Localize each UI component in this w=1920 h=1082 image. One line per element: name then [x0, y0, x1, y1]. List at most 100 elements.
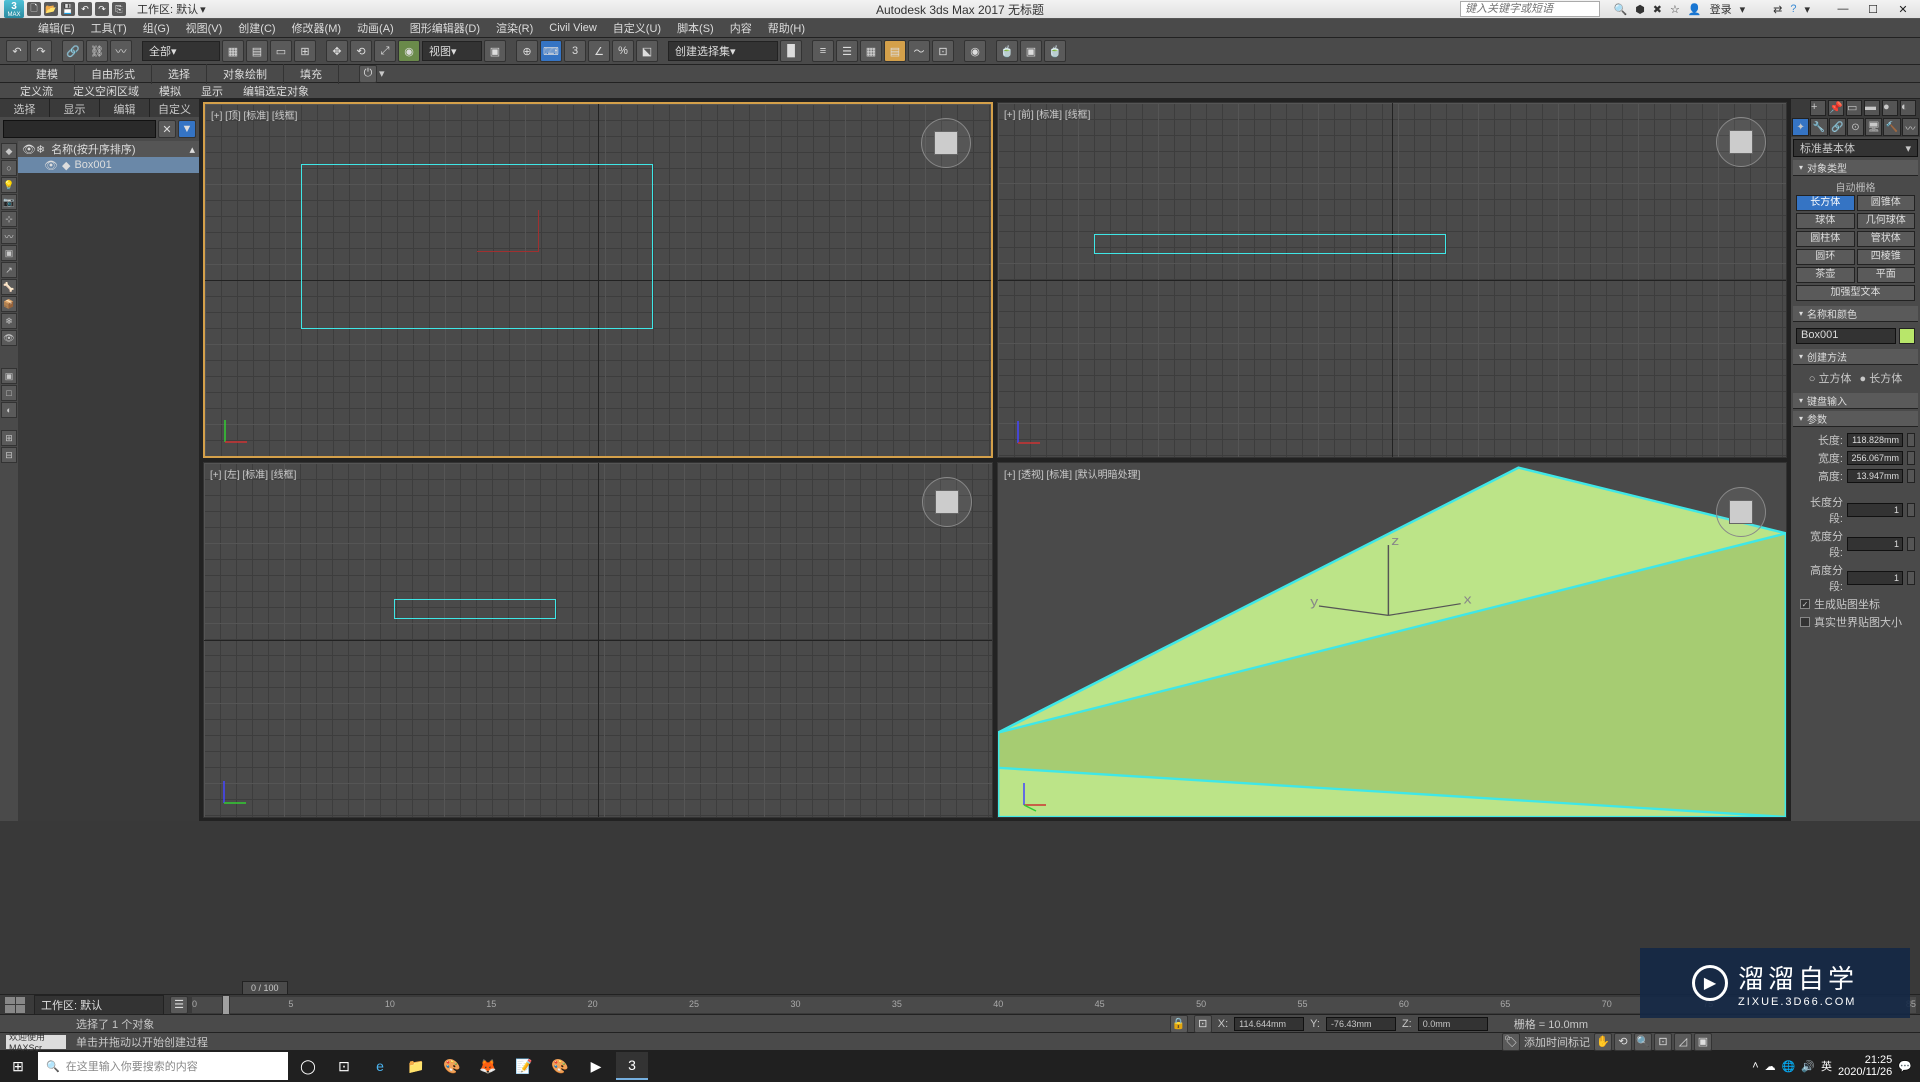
selection-filter[interactable]: 全部 ▾: [142, 41, 220, 61]
prim-tube-button[interactable]: 管状体: [1857, 231, 1916, 247]
spinner-arrows[interactable]: [1907, 503, 1915, 517]
hsegs-spinner[interactable]: 1: [1847, 571, 1903, 585]
nav-max-toggle-icon[interactable]: ▣: [1694, 1033, 1712, 1051]
filter-helpers-icon[interactable]: ⊹: [1, 211, 17, 227]
filter-geometry-icon[interactable]: ◆: [1, 143, 17, 159]
undo-button[interactable]: ↶: [6, 40, 28, 62]
menu-views[interactable]: 视图(V): [178, 18, 231, 38]
prim-torus-button[interactable]: 圆环: [1796, 249, 1855, 265]
taskbar-app-2[interactable]: 📝: [508, 1052, 540, 1080]
viewport-layout-icon[interactable]: [5, 997, 25, 1013]
taskbar-app-3dsmax[interactable]: 3: [616, 1052, 648, 1080]
z-coord-input[interactable]: 0.0mm: [1418, 1017, 1488, 1031]
box-wireframe-left[interactable]: [394, 599, 556, 619]
prim-cylinder-button[interactable]: 圆柱体: [1796, 231, 1855, 247]
rotate-button[interactable]: ⟲: [350, 40, 372, 62]
wsegs-spinner[interactable]: 1: [1847, 537, 1903, 551]
rect-select-button[interactable]: ▭: [270, 40, 292, 62]
auto-grid-label[interactable]: 自动栅格: [1796, 179, 1915, 193]
tab-edit[interactable]: 编辑: [100, 99, 150, 117]
workspace-bottom-selector[interactable]: 工作区: 默认: [34, 995, 164, 1015]
filter-frozen-icon[interactable]: ❄: [1, 313, 17, 329]
signin-icon[interactable]: 👤: [1688, 3, 1702, 16]
pivot-center-button[interactable]: ▣: [484, 40, 506, 62]
prim-box-button[interactable]: 长方体: [1796, 195, 1855, 211]
length-spinner[interactable]: 118.828mm: [1847, 433, 1903, 447]
tab-customize[interactable]: 自定义: [150, 99, 199, 117]
add-time-tag-label[interactable]: 添加时间标记: [1524, 1034, 1590, 1050]
spinner-arrows[interactable]: [1907, 469, 1915, 483]
spinner-arrows[interactable]: [1907, 537, 1915, 551]
filter-spacewarps-icon[interactable]: 〰: [1, 228, 17, 244]
tray-up-icon[interactable]: ˄: [1752, 1060, 1758, 1072]
spinner-arrows[interactable]: [1907, 433, 1915, 447]
tray-clock[interactable]: 21:25 2020/11/26: [1838, 1054, 1892, 1078]
viewcube[interactable]: [1716, 487, 1766, 537]
viewport-label-persp[interactable]: [+] [透视] [标准] [默认明暗处理]: [1004, 466, 1140, 481]
minimize-button[interactable]: —: [1830, 2, 1856, 16]
prim-textplus-button[interactable]: 加强型文本: [1796, 285, 1915, 301]
ribbon-panel-edit-sel[interactable]: 编辑选定对象: [233, 82, 319, 100]
tab-utilities-icon[interactable]: 🔨: [1883, 118, 1900, 136]
prim-teapot-button[interactable]: 茶壶: [1796, 267, 1855, 283]
menu-tools[interactable]: 工具(T): [83, 18, 135, 38]
workspace-selector[interactable]: 工作区: 默认 ▾: [137, 1, 206, 17]
cmd-sphere-icon[interactable]: ●: [1882, 100, 1898, 116]
nav-fov-icon[interactable]: ◿: [1674, 1033, 1692, 1051]
help-icon[interactable]: ?: [1790, 3, 1796, 15]
scene-filter-input[interactable]: [3, 120, 156, 138]
angle-snap-button[interactable]: ∠: [588, 40, 610, 62]
save-icon[interactable]: 💾: [61, 2, 75, 16]
viewport-front[interactable]: [+] [前] [标准] [线框]: [997, 102, 1787, 458]
visibility-icon[interactable]: 👁: [44, 159, 58, 172]
nav-orbit-icon[interactable]: ⟲: [1614, 1033, 1632, 1051]
toggle-explorer-button[interactable]: ▦: [860, 40, 882, 62]
placement-button[interactable]: ◉: [398, 40, 420, 62]
subscription-icon[interactable]: ⬢: [1635, 3, 1645, 16]
tab-modify-icon[interactable]: 🔧: [1810, 118, 1827, 136]
prim-cone-button[interactable]: 圆锥体: [1857, 195, 1916, 211]
info-search-input[interactable]: [1460, 1, 1600, 17]
windows-search-input[interactable]: 🔍 在这里输入你要搜索的内容: [38, 1052, 288, 1080]
lsegs-spinner[interactable]: 1: [1847, 503, 1903, 517]
time-tag-icon[interactable]: 🏷: [1502, 1033, 1520, 1051]
rollout-creation-method[interactable]: 创建方法: [1793, 349, 1918, 365]
cortana-button[interactable]: ⊡: [328, 1052, 360, 1080]
spinner-snap-button[interactable]: ⬕: [636, 40, 658, 62]
new-icon[interactable]: 🗋: [27, 2, 41, 16]
project-icon[interactable]: ⎘: [112, 2, 126, 16]
filter-cameras-icon[interactable]: 📷: [1, 194, 17, 210]
tree-header[interactable]: 👁 ❄ 名称(按升序排序) ▴: [18, 141, 199, 157]
percent-snap-button[interactable]: %: [612, 40, 634, 62]
app-menu-button[interactable]: 3MAX: [4, 0, 24, 18]
height-spinner[interactable]: 13.947mm: [1847, 469, 1903, 483]
search-icon[interactable]: 🔍: [1613, 3, 1627, 16]
viewport-label-left[interactable]: [+] [左] [标准] [线框]: [210, 466, 296, 481]
maximize-button[interactable]: ☐: [1860, 2, 1886, 16]
ribbon-panel-display[interactable]: 显示: [191, 82, 233, 100]
taskbar-app-explorer[interactable]: 📁: [400, 1052, 432, 1080]
y-coord-input[interactable]: -76.43mm: [1326, 1017, 1396, 1031]
rollout-parameters[interactable]: 参数: [1793, 411, 1918, 427]
rollout-object-type[interactable]: 对象类型: [1793, 160, 1918, 176]
gen-map-checkbox[interactable]: ✓: [1800, 599, 1810, 609]
bind-spacewarp-button[interactable]: 〰: [110, 40, 132, 62]
render-frame-button[interactable]: ▣: [1020, 40, 1042, 62]
select-object-button[interactable]: ▦: [222, 40, 244, 62]
ribbon-tab-object-paint[interactable]: 对象绘制: [207, 64, 284, 84]
filter-lights-icon[interactable]: 💡: [1, 177, 17, 193]
tab-display-icon[interactable]: 🖥: [1865, 118, 1882, 136]
menu-help[interactable]: 帮助(H): [760, 18, 813, 38]
spinner-arrows[interactable]: [1907, 451, 1915, 465]
viewport-perspective[interactable]: [+] [透视] [标准] [默认明暗处理] z x y: [997, 462, 1787, 818]
taskbar-app-3[interactable]: 🎨: [544, 1052, 576, 1080]
display-all-icon[interactable]: ▣: [1, 368, 17, 384]
taskbar-app-4[interactable]: ▶: [580, 1052, 612, 1080]
prim-pyramid-button[interactable]: 四棱锥: [1857, 249, 1916, 265]
x-coord-input[interactable]: 114.644mm: [1234, 1017, 1304, 1031]
toggle-ribbon-button[interactable]: ▤: [884, 40, 906, 62]
close-button[interactable]: ✕: [1890, 2, 1916, 16]
move-button[interactable]: ✥: [326, 40, 348, 62]
tab-motion-icon[interactable]: ⊙: [1847, 118, 1864, 136]
clear-filter-icon[interactable]: ✕: [158, 120, 176, 138]
